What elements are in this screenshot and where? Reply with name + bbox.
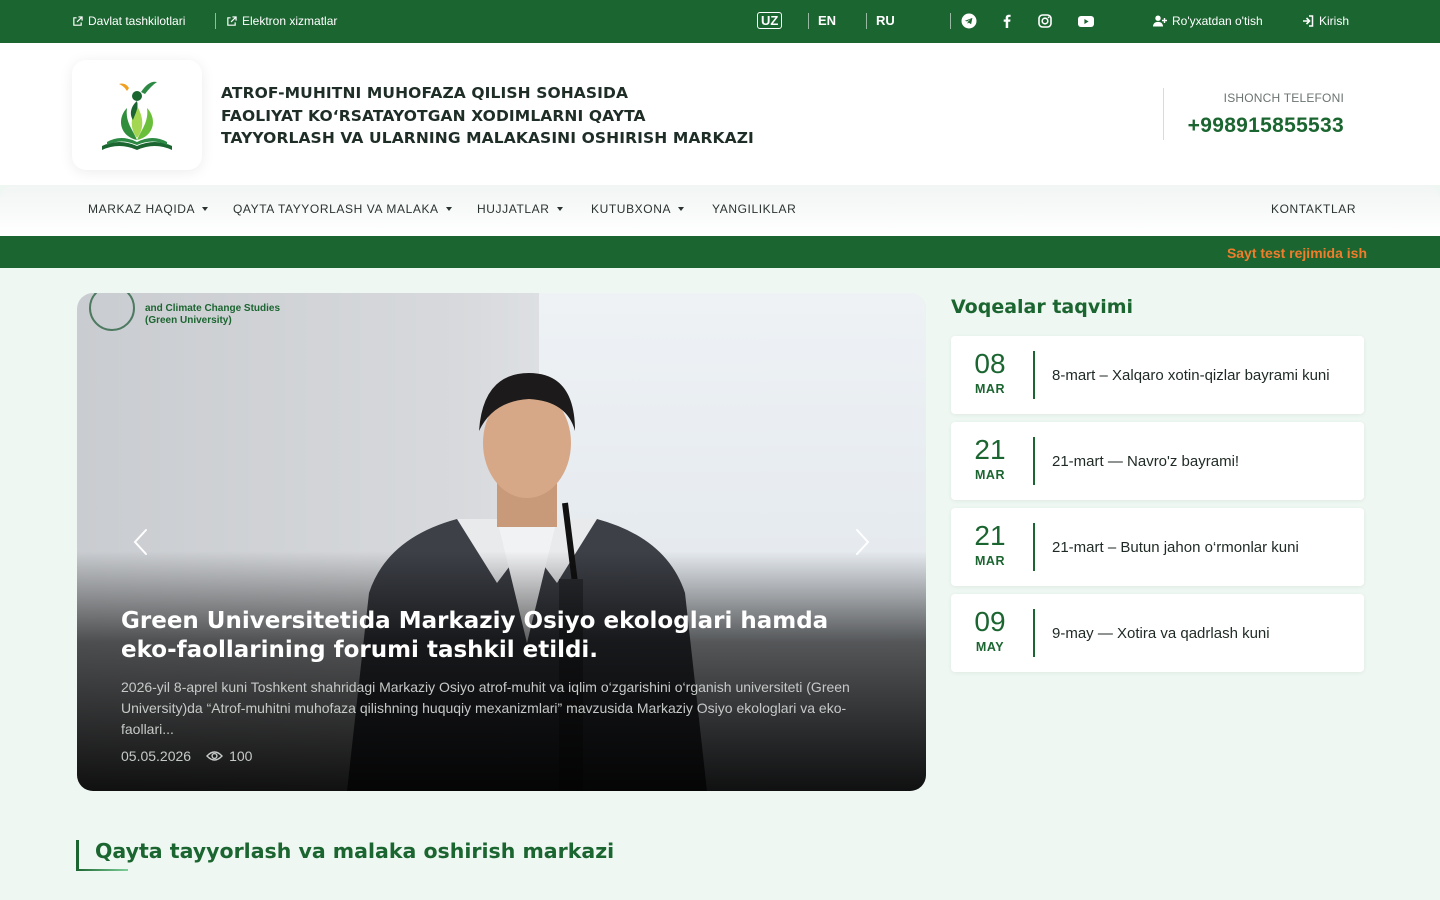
slide-date: 05.05.2026 [121, 748, 192, 764]
announcement-ticker: Sayt test rejimida ish [0, 236, 1440, 268]
nav-item-library[interactable]: KUTUBXONA [591, 202, 685, 216]
title-line: TAYYORLASH VA ULARNING MALAKASINI OSHIRI… [221, 129, 754, 147]
divider [1163, 88, 1164, 140]
event-card[interactable]: 21 MAR 21-mart — Navro'z bayrami! [951, 422, 1364, 500]
login-link[interactable]: Kirish [1302, 14, 1349, 28]
section-title: Qayta tayyorlash va malaka oshirish mark… [95, 839, 615, 863]
section-accent [76, 840, 79, 871]
login-label: Kirish [1319, 14, 1350, 28]
title-line: FAOLIYAT KO‘RSATAYOTGAN XODIMLARNI QAYTA [221, 106, 646, 125]
views-value: 100 [229, 748, 253, 764]
external-link-e-services[interactable]: Elektron xizmatlar [226, 14, 337, 28]
external-link-icon [227, 15, 237, 26]
event-day: 21 [974, 520, 1006, 551]
logo-book-plant-icon [102, 81, 172, 150]
eye-icon [206, 751, 224, 761]
register-link[interactable]: Ro'yxatdan o'tish [1153, 14, 1263, 28]
slide-title[interactable]: Green Universitetida Markaziy Osiyo ekol… [121, 607, 881, 665]
nav-item-contacts[interactable]: KONTAKTLAR [1271, 202, 1356, 216]
nav-item-label: QAYTA TAYYORLASH VA MALAKA [233, 202, 439, 216]
site-logo[interactable] [72, 60, 202, 170]
divider [950, 13, 951, 29]
photo-logo-text: (Green University) [145, 315, 232, 326]
divider [1033, 609, 1035, 657]
divider [866, 13, 867, 29]
chevron-right-icon[interactable] [850, 527, 874, 557]
event-month: MAR [975, 554, 1005, 568]
divider [808, 13, 809, 29]
caret-down-icon [202, 207, 209, 211]
divider [1033, 351, 1035, 399]
link-label: Davlat tashkilotlari [88, 14, 186, 28]
nav-item-documents[interactable]: HUJJATLAR [477, 202, 563, 216]
nav-item-label: KONTAKTLAR [1271, 202, 1357, 216]
site-header: ATROF-MUHITNI MUHOFAZA QILISH SOHASIDA F… [0, 43, 1440, 185]
external-link-icon [73, 15, 83, 26]
nav-item-label: MARKAZ HAQIDA [88, 202, 196, 216]
slide-photo-logo: and Climate Change Studies (Green Univer… [89, 293, 280, 331]
nav-item-news[interactable]: YANGILIKLAR [712, 202, 796, 216]
language-ru[interactable]: RU [876, 13, 895, 28]
divider [215, 13, 216, 29]
section-underline [76, 869, 128, 871]
photo-logo-text: and Climate Change Studies [145, 303, 281, 314]
external-link-state-orgs[interactable]: Davlat tashkilotlari [72, 14, 185, 28]
divider [1033, 437, 1035, 485]
event-card[interactable]: 08 MAR 8-mart – Xalqaro xotin-qizlar bay… [951, 336, 1364, 414]
nav-item-label: YANGILIKLAR [712, 202, 797, 216]
event-month: MAR [975, 382, 1005, 396]
language-uz[interactable]: UZ [757, 12, 783, 29]
view-count: 100 [206, 748, 252, 764]
event-card[interactable]: 21 MAR 21-mart – Butun jahon o‘rmonlar k… [951, 508, 1364, 586]
title-line: ATROF-MUHITNI MUHOFAZA QILISH SOHASIDA [221, 84, 629, 102]
nav-item-label: HUJJATLAR [477, 202, 550, 216]
top-bar: Davlat tashkilotlari Elektron xizmatlar … [0, 0, 1440, 43]
main-nav: MARKAZ HAQIDA QAYTA TAYYORLASH VA MALAKA… [0, 185, 1440, 236]
hotline-label: ISHONCH TELEFONI [1223, 91, 1344, 105]
event-text: 21-mart — Navro'z bayrami! [1052, 452, 1240, 470]
slide-meta: 05.05.2026 100 [121, 748, 252, 764]
caret-down-icon [556, 207, 563, 211]
event-card[interactable]: 09 MAY 9-may — Xotira va qadrlash kuni [951, 594, 1364, 672]
link-label: Elektron xizmatlar [242, 14, 338, 28]
telegram-icon[interactable] [961, 13, 977, 29]
user-plus-icon [1153, 15, 1167, 27]
nav-item-label: KUTUBXONA [591, 202, 672, 216]
event-day: 08 [974, 348, 1006, 379]
nav-item-training[interactable]: QAYTA TAYYORLASH VA MALAKA [233, 202, 452, 216]
facebook-icon[interactable] [999, 13, 1015, 29]
language-en[interactable]: EN [818, 13, 836, 28]
divider [1033, 523, 1035, 571]
ticker-text: Sayt test rejimida ish [1226, 245, 1367, 261]
slide-excerpt: 2026-yil 8-aprel kuni Toshkent shahridag… [121, 679, 850, 737]
register-label: Ro'yxatdan o'tish [1172, 14, 1263, 28]
youtube-icon[interactable] [1077, 13, 1095, 29]
caret-down-icon [678, 207, 685, 211]
event-day: 09 [974, 606, 1006, 637]
event-text: 8-mart – Xalqaro xotin-qizlar bayrami ku… [1052, 366, 1330, 384]
event-month: MAR [975, 468, 1005, 482]
news-slider[interactable]: and Climate Change Studies (Green Univer… [77, 293, 926, 791]
event-month: MAY [975, 640, 1005, 654]
instagram-icon[interactable] [1037, 13, 1053, 29]
organization-title: ATROF-MUHITNI MUHOFAZA QILISH SOHASIDA F… [221, 82, 781, 150]
event-text: 9-may — Xotira va qadrlash kuni [1052, 624, 1270, 642]
caret-down-icon [445, 207, 452, 211]
sign-in-icon [1303, 15, 1314, 27]
university-logo-icon [89, 293, 135, 331]
hotline-phone[interactable]: +998915855533 [1188, 114, 1344, 138]
event-day: 21 [974, 434, 1006, 465]
chevron-left-icon[interactable] [129, 527, 153, 557]
event-text: 21-mart – Butun jahon o‘rmonlar kuni [1052, 538, 1299, 556]
events-title: Voqealar taqvimi [951, 296, 1134, 318]
nav-item-about[interactable]: MARKAZ HAQIDA [88, 202, 209, 216]
